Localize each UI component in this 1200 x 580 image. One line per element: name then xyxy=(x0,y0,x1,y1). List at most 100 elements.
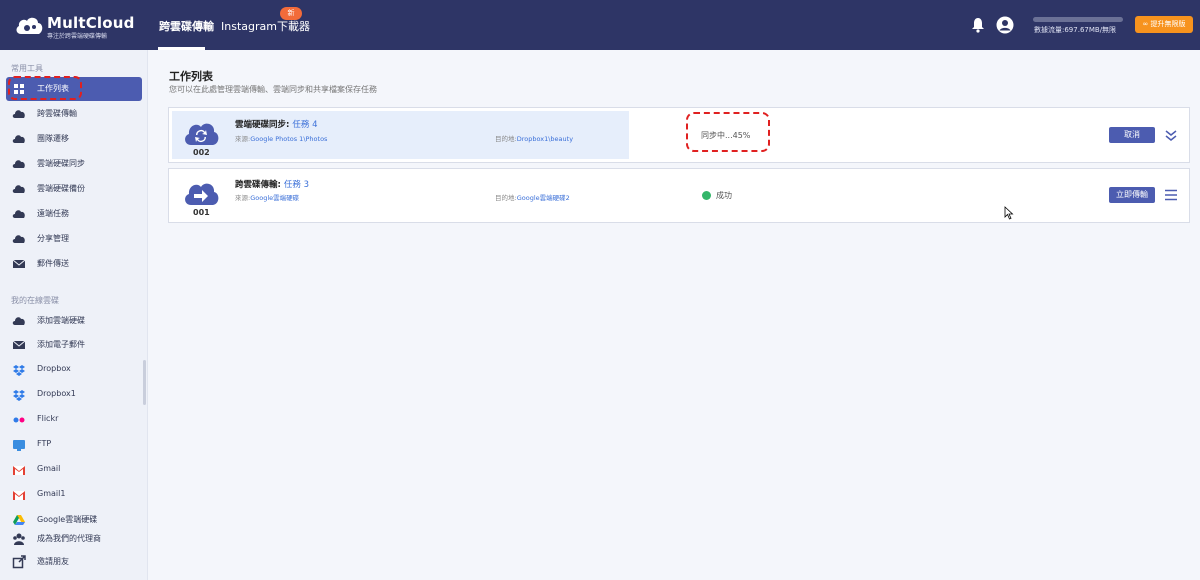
bell-icon[interactable] xyxy=(970,17,986,33)
sidebar-item-cloud-backup[interactable]: 雲端硬碟備份 xyxy=(6,177,142,201)
tab-instagram-downloader[interactable]: Instagram下載器 xyxy=(221,18,310,34)
sidebar-item-label: 添加電子郵件 xyxy=(37,340,85,349)
sidebar-item-flickr[interactable]: Flickr xyxy=(6,408,142,432)
multcloud-logo[interactable]: MultCloud 專注於跨雲端硬碟傳輸 xyxy=(14,12,134,40)
cloud-transfer-icon xyxy=(12,110,25,118)
task-type-label: 雲端硬碟同步: xyxy=(235,120,290,130)
source-value: Google雲端硬碟 xyxy=(250,194,300,202)
sidebar-item-share-management[interactable]: 分享管理 xyxy=(6,227,142,251)
task-name-link[interactable]: 任務 4 xyxy=(292,120,317,130)
upgrade-button[interactable]: ∞ 提升無限版 xyxy=(1135,16,1193,33)
gmail-icon xyxy=(13,491,25,500)
sidebar-item-label: 雲端硬碟同步 xyxy=(37,159,85,168)
task-type-label: 跨雲碟傳輸: xyxy=(235,180,281,190)
sidebar-item-label: Google雲端硬碟 xyxy=(37,515,98,524)
sidebar-item-label: Dropbox1 xyxy=(37,389,76,398)
top-bar: MultCloud 專注於跨雲端硬碟傳輸 跨雲碟傳輸 Instagram下載器 … xyxy=(0,0,1200,50)
sidebar-item-dropbox[interactable]: Dropbox xyxy=(6,358,142,382)
sidebar-item-label: 遠端任務 xyxy=(37,209,69,218)
transfer-now-button[interactable]: 立即傳輸 xyxy=(1109,187,1155,203)
sidebar-item-label: 分享管理 xyxy=(37,234,69,243)
source-label: 來源: xyxy=(235,135,251,143)
task-number: 001 xyxy=(193,208,210,217)
sidebar-item-label: 雲端硬碟備份 xyxy=(37,184,85,193)
page-subtitle: 您可以在此處管理雲端傳輸、雲端同步和共享檔案保存任務 xyxy=(169,85,377,94)
dest-label: 目的地: xyxy=(495,135,517,143)
sidebar-item-label: 團隊遷移 xyxy=(37,134,69,143)
cloud-logo-icon xyxy=(16,17,43,34)
page-title: 工作列表 xyxy=(169,70,213,83)
sidebar-item-label: Gmail xyxy=(37,464,61,473)
dropbox-icon xyxy=(13,365,25,376)
sidebar-item-team-migration[interactable]: 團隊遷移 xyxy=(6,127,142,151)
cancel-button[interactable]: 取消 xyxy=(1109,127,1155,143)
ftp-icon xyxy=(13,440,25,451)
sidebar-item-gmail1[interactable]: Gmail1 xyxy=(6,483,142,507)
sidebar-scrollbar[interactable] xyxy=(143,360,146,405)
source-value: Google Photos 1\Photos xyxy=(250,135,328,143)
invite-icon xyxy=(12,555,26,569)
user-avatar-icon[interactable] xyxy=(996,16,1014,34)
task-name: 雲端硬碟同步: 任務 4 xyxy=(235,118,318,130)
agent-icon xyxy=(13,533,25,545)
task-destination: 目的地:Dropbox1\beauty xyxy=(495,133,573,143)
brand-name: MultCloud xyxy=(47,14,135,32)
highlight-annotation xyxy=(8,76,82,100)
sidebar-section-common: 常用工具 xyxy=(11,64,43,73)
hamburger-menu-icon[interactable] xyxy=(1164,188,1178,202)
mail-icon xyxy=(12,259,26,268)
sidebar-item-label: Dropbox xyxy=(37,364,71,373)
remote-task-icon xyxy=(12,210,25,218)
task-name-link[interactable]: 任務 3 xyxy=(284,180,309,190)
task-name: 跨雲碟傳輸: 任務 3 xyxy=(235,178,309,190)
gmail-icon xyxy=(13,466,25,475)
sidebar-item-cloud-sync[interactable]: 雲端硬碟同步 xyxy=(6,152,142,176)
chevron-double-down-icon[interactable] xyxy=(1164,128,1178,142)
tab-cloud-transfer[interactable]: 跨雲碟傳輸 xyxy=(159,18,214,34)
task-source: 來源:Google Photos 1\Photos xyxy=(235,133,327,143)
active-tab-underline xyxy=(158,47,205,50)
sidebar-item-label: Gmail1 xyxy=(37,489,66,498)
sidebar-item-label: FTP xyxy=(37,439,52,448)
flickr-icon xyxy=(13,417,25,423)
task-source: 來源:Google雲端硬碟 xyxy=(235,192,299,202)
source-label: 來源: xyxy=(235,194,251,202)
sidebar-item-label: 跨雲碟傳輸 xyxy=(37,109,77,118)
status-highlight-annotation xyxy=(686,112,770,152)
cloud-sync-icon xyxy=(185,123,219,145)
success-check-icon xyxy=(702,191,711,200)
sidebar-item-agent[interactable]: 成為我們的代理商 xyxy=(6,527,142,551)
cloud-backup-icon xyxy=(12,185,25,193)
sidebar-item-label: 添加雲端硬碟 xyxy=(37,316,85,325)
sidebar-item-label: 郵件傳送 xyxy=(37,259,69,268)
google-drive-icon xyxy=(13,515,25,525)
cloud-transfer-icon xyxy=(185,183,219,205)
sidebar-item-remote-task[interactable]: 遠端任務 xyxy=(6,202,142,226)
task-row[interactable]: 002 雲端硬碟同步: 任務 4 來源:Google Photos 1\Phot… xyxy=(168,107,1190,163)
traffic-text: 數據流量:697.67MB/無限 xyxy=(1034,26,1117,34)
team-migrate-icon xyxy=(12,135,25,143)
task-status: 成功 xyxy=(716,191,732,200)
add-mail-icon xyxy=(12,340,26,349)
sidebar-item-add-cloud[interactable]: 添加雲端硬碟 xyxy=(6,309,142,333)
share-icon xyxy=(12,235,25,243)
sidebar-item-invite-friends[interactable]: 邀請朋友 xyxy=(6,550,142,574)
dest-value: Google雲端硬碟2 xyxy=(516,194,570,202)
sidebar-section-online: 我的在線雲碟 xyxy=(11,296,59,305)
task-destination: 目的地:Google雲端硬碟2 xyxy=(495,192,570,202)
sidebar-item-label: 成為我們的代理商 xyxy=(37,534,101,543)
sidebar-item-mail-send[interactable]: 郵件傳送 xyxy=(6,252,142,276)
sidebar-item-dropbox1[interactable]: Dropbox1 xyxy=(6,383,142,407)
add-cloud-icon xyxy=(12,317,25,325)
sidebar-item-ftp[interactable]: FTP xyxy=(6,433,142,457)
traffic-bar xyxy=(1033,17,1123,22)
dest-label: 目的地: xyxy=(495,194,517,202)
cloud-sync-icon xyxy=(12,160,25,168)
task-row[interactable]: 001 跨雲碟傳輸: 任務 3 來源:Google雲端硬碟 目的地:Google… xyxy=(168,168,1190,223)
sidebar-item-cloud-transfer[interactable]: 跨雲碟傳輸 xyxy=(6,102,142,126)
sidebar-item-add-email[interactable]: 添加電子郵件 xyxy=(6,333,142,357)
dropbox-icon xyxy=(13,390,25,401)
task-number: 002 xyxy=(193,148,210,157)
mouse-cursor-icon xyxy=(1004,206,1014,220)
sidebar-item-gmail[interactable]: Gmail xyxy=(6,458,142,482)
